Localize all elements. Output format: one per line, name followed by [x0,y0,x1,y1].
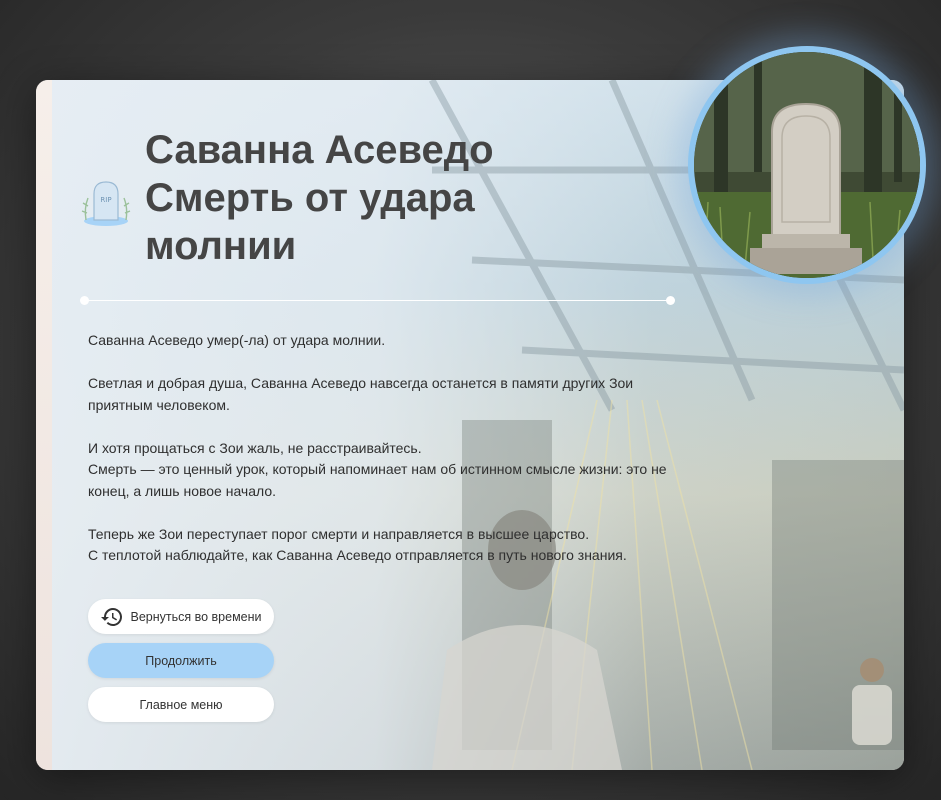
dialog-left-strip [36,80,52,770]
message-paragraph-3: И хотя прощаться с Зои жаль, не расстраи… [88,438,678,503]
message-line: И хотя прощаться с Зои жаль, не расстраи… [88,439,422,456]
title-line-1: Саванна Асеведо [145,128,494,172]
gravestone-portrait [694,52,920,278]
rip-gravestone-icon: RIP [81,181,131,226]
page-title: Саванна Асеведо Смерть от удара молнии [145,126,565,270]
message-paragraph-4: Теперь же Зои переступает порог смерти и… [88,524,678,567]
continue-label: Продолжить [145,653,217,668]
back-in-time-label: Вернуться во времени [130,609,262,624]
history-clock-icon [100,605,124,629]
divider-dot-right [666,296,675,305]
death-message: Саванна Асеведо умер(-ла) от удара молни… [88,330,678,588]
title-line-3: молнии [145,224,297,268]
message-line: Светлая и добрая душа, Саванна Асеведо н… [88,375,634,413]
svg-text:RIP: RIP [100,196,111,204]
message-paragraph-1: Саванна Асеведо умер(-ла) от удара молни… [88,330,678,352]
back-in-time-button[interactable]: Вернуться во времени [88,599,274,634]
gravestone-image [694,52,920,278]
divider-dot-left [80,296,89,305]
continue-button[interactable]: Продолжить [88,643,274,678]
main-menu-label: Главное меню [139,697,223,712]
message-line: С теплотой наблюдайте, как Саванна Асеве… [88,547,627,563]
message-line: Смерть — это ценный урок, который напоми… [88,461,667,499]
main-menu-button[interactable]: Главное меню [88,687,274,722]
message-line: Саванна Асеведо умер(-ла) от удара молни… [88,332,386,348]
message-paragraph-2: Светлая и добрая душа, Саванна Асеведо н… [88,373,678,416]
title-line-2: Смерть от удара [145,176,475,220]
message-line: Теперь же Зои переступает порог смерти и… [88,525,590,542]
title-divider [80,296,675,305]
